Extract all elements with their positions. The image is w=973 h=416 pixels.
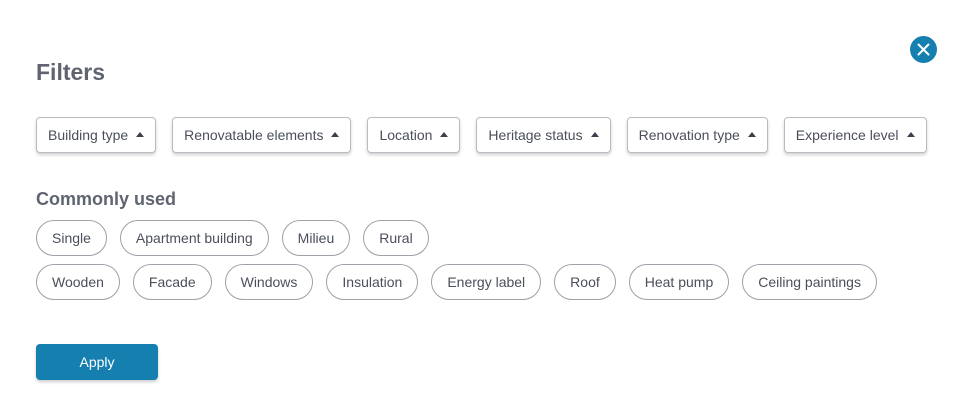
dropdown-label: Location [379, 127, 433, 143]
caret-up-icon [590, 132, 599, 137]
chip-insulation[interactable]: Insulation [326, 264, 419, 300]
chip-roof[interactable]: Roof [554, 264, 616, 300]
dropdown-label: Building type [48, 127, 129, 143]
location-dropdown[interactable]: Location [367, 117, 461, 153]
chip-ceiling-paintings[interactable]: Ceiling paintings [742, 264, 877, 300]
heritage-status-dropdown[interactable]: Heritage status [476, 117, 611, 153]
dropdown-label: Renovation type [638, 127, 740, 143]
chip-heat-pump[interactable]: Heat pump [628, 264, 730, 300]
chip-apartment-building[interactable]: Apartment building [119, 220, 269, 256]
chip-wooden[interactable]: Wooden [36, 264, 120, 300]
caret-up-icon [747, 132, 756, 137]
chip-facade[interactable]: Facade [132, 264, 212, 300]
commonly-used-heading: Commonly used [36, 189, 177, 209]
dropdown-label: Renovatable elements [184, 127, 324, 143]
caret-up-icon [906, 132, 915, 137]
filter-dropdown-row: Building type Renovatable elements Locat… [36, 117, 927, 153]
chip-energy-label[interactable]: Energy label [431, 264, 542, 300]
apply-button[interactable]: Apply [36, 344, 158, 380]
chip-row-2: Wooden Facade Windows Insulation Energy … [36, 264, 877, 300]
page-title: Filters [36, 59, 106, 85]
caret-up-icon [331, 132, 340, 137]
renovation-type-dropdown[interactable]: Renovation type [626, 117, 768, 153]
chip-rural[interactable]: Rural [363, 220, 429, 256]
caret-up-icon [440, 132, 449, 137]
chip-milieu[interactable]: Milieu [281, 220, 351, 256]
chip-windows[interactable]: Windows [224, 264, 314, 300]
experience-level-dropdown[interactable]: Experience level [783, 117, 927, 153]
close-icon [917, 43, 930, 56]
chip-single[interactable]: Single [36, 220, 107, 256]
dropdown-label: Heritage status [488, 127, 583, 143]
renovatable-elements-dropdown[interactable]: Renovatable elements [172, 117, 352, 153]
building-type-dropdown[interactable]: Building type [36, 117, 157, 153]
dropdown-label: Experience level [795, 127, 899, 143]
caret-up-icon [136, 132, 145, 137]
chip-row-1: Single Apartment building Milieu Rural [36, 220, 429, 256]
close-button[interactable] [910, 36, 937, 63]
